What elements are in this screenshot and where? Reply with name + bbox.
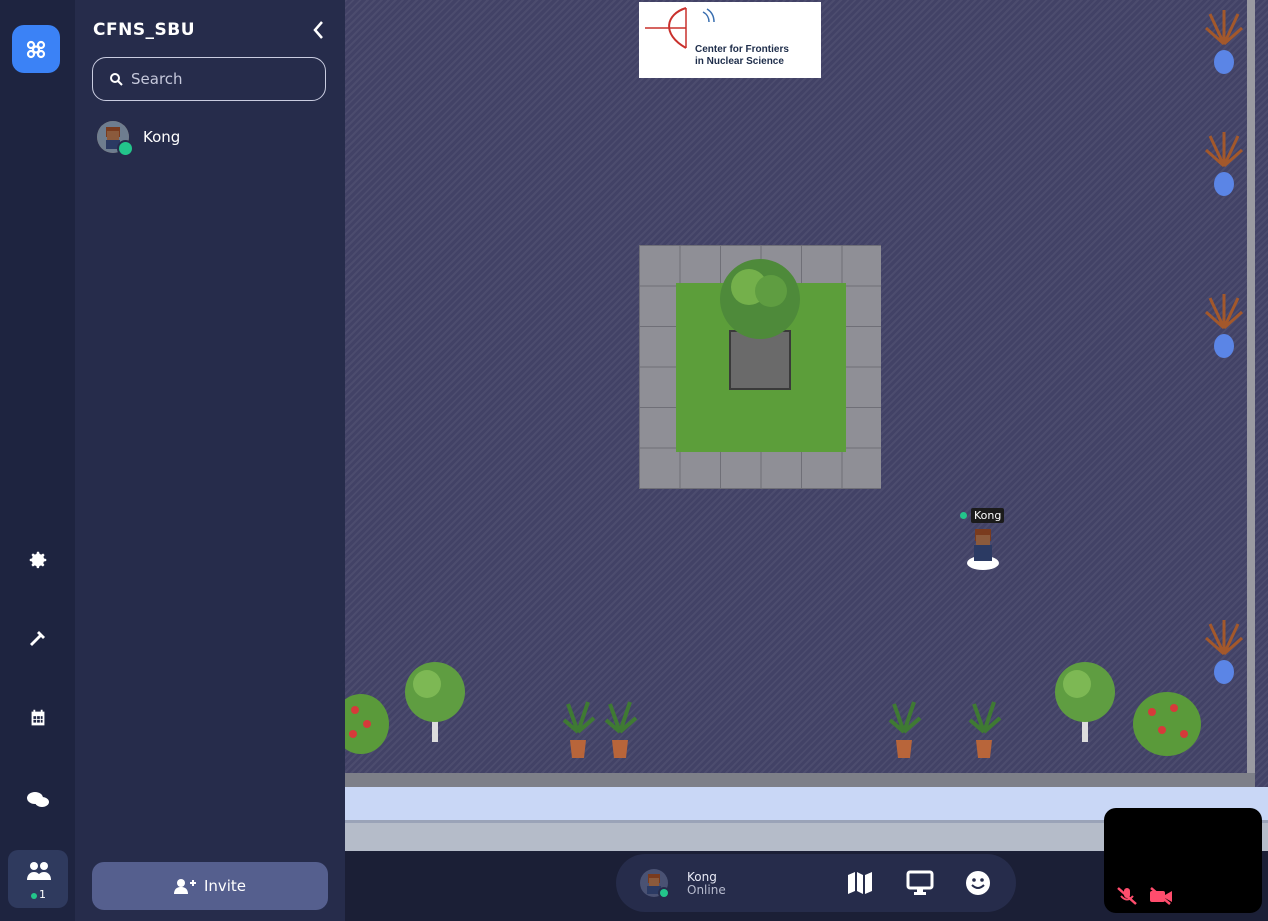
space-title: CFNS_SBU	[93, 20, 196, 40]
participants-panel: CFNS_SBU Kong Invite	[75, 0, 345, 921]
vase-icon	[1205, 294, 1243, 358]
vase-icon	[1205, 132, 1243, 196]
online-status-dot	[117, 140, 134, 157]
avatar[interactable]	[640, 869, 668, 897]
camera-off-icon[interactable]	[1148, 886, 1174, 906]
user-name: Kong	[687, 870, 717, 884]
banner-line2: in Nuclear Science	[695, 56, 784, 67]
potted-plant-icon	[968, 701, 1002, 758]
avatar	[97, 121, 134, 157]
map-button[interactable]	[844, 868, 876, 898]
rose-bush-icon	[345, 694, 389, 754]
chat-icon	[26, 792, 49, 807]
smiley-icon	[966, 871, 990, 895]
chevron-left-icon	[313, 21, 323, 39]
cfns-banner: Center for Frontiers in Nuclear Science	[639, 2, 821, 78]
gather-logo-icon[interactable]	[12, 25, 60, 73]
emote-button[interactable]	[962, 868, 994, 898]
potted-plant-icon	[888, 701, 922, 758]
member-name: Kong	[143, 128, 181, 146]
vase-icon	[1205, 10, 1243, 74]
tree-icon	[405, 662, 465, 742]
player-avatar[interactable]	[966, 527, 1000, 571]
calendar-button[interactable]	[0, 696, 75, 740]
online-dot	[960, 512, 967, 519]
search-box[interactable]	[92, 57, 326, 101]
tree-icon	[720, 259, 800, 339]
invite-button[interactable]: Invite	[92, 862, 328, 910]
player-name: Kong	[971, 508, 1005, 523]
bottom-toolbar: Kong Online	[616, 854, 1016, 912]
settings-button[interactable]	[0, 538, 75, 582]
user-status: Online	[687, 883, 726, 897]
chat-button[interactable]	[0, 778, 75, 822]
people-count: 1	[39, 888, 46, 901]
map-floor-edge	[345, 773, 1255, 787]
online-dot	[31, 893, 37, 899]
potted-plant-icon	[562, 701, 638, 758]
collapse-panel-button[interactable]	[307, 16, 331, 44]
member-row[interactable]: Kong	[97, 118, 181, 157]
gear-icon	[29, 551, 46, 569]
screen-share-button[interactable]	[904, 868, 936, 898]
participants-button[interactable]: 1	[8, 850, 68, 908]
invite-label: Invite	[203, 877, 247, 895]
rose-bush-icon	[1133, 692, 1201, 756]
search-icon	[110, 73, 123, 86]
map-wall	[1247, 0, 1255, 775]
player-name-tag: Kong	[960, 508, 1005, 523]
tree-icon	[1055, 662, 1115, 742]
vase-icon	[1205, 620, 1243, 684]
monitor-icon	[906, 870, 934, 895]
self-video-preview[interactable]	[1104, 808, 1262, 913]
build-button[interactable]	[0, 616, 75, 660]
calendar-icon	[31, 709, 44, 726]
map-icon	[848, 872, 872, 894]
add-user-icon	[173, 879, 196, 894]
hammer-icon	[29, 631, 45, 646]
banner-line1: Center for Frontiers	[695, 44, 789, 55]
people-icon	[27, 862, 51, 880]
search-input[interactable]	[129, 69, 323, 89]
mic-muted-icon[interactable]	[1116, 886, 1138, 906]
left-rail: 1	[0, 0, 75, 921]
